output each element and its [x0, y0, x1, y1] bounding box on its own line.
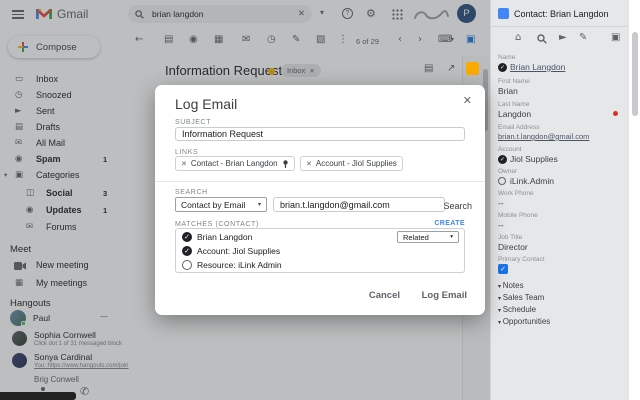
edit-pencil-icon[interactable]: ✎ — [579, 33, 587, 43]
field-value-name[interactable]: Brian Langdon — [510, 62, 565, 72]
crm-panel-title: Contact: Brian Langdon — [514, 9, 609, 19]
field-value-account[interactable]: Jiol Supplies — [510, 154, 558, 164]
selected-check-icon[interactable]: ✓ — [182, 246, 192, 256]
field-label-first-name: First Name — [498, 78, 530, 85]
remove-chip-icon[interactable]: ✕ — [306, 160, 312, 168]
field-label-owner: Owner — [498, 168, 517, 175]
field-label-work-phone: Work Phone — [498, 190, 534, 197]
link-chip-account[interactable]: ✕ Account - Jiol Supplies — [300, 156, 403, 171]
field-label-last-name: Last Name — [498, 101, 529, 108]
search-type-select[interactable]: Contact by Email ▾ — [175, 197, 267, 212]
alert-dot-icon — [613, 111, 618, 116]
taskbar-fragment — [0, 392, 76, 400]
subject-input[interactable] — [175, 127, 465, 141]
link-chip-contact[interactable]: ✕ Contact - Brian Langdon — [175, 156, 295, 171]
crm-sidebar: Contact: Brian Langdon ⌂ ► ✎ ▣ Name ✓ Br… — [490, 0, 628, 400]
log-email-dialog: Log Email ✕ SUBJECT LINKS ✕ Contact - Br… — [155, 85, 485, 315]
synced-check-icon: ✓ — [498, 63, 507, 72]
primary-contact-checkbox[interactable]: ✓ — [498, 264, 508, 274]
chevron-down-icon: ▾ — [450, 234, 453, 240]
field-value-job-title: Director — [498, 242, 528, 252]
log-email-button[interactable]: Log Email — [422, 290, 467, 301]
matches-list: ✓ Brian Langdon Related ▾ ✓ Account: Jio… — [175, 228, 465, 273]
field-value-mobile-phone: -- — [498, 220, 504, 230]
expand-panel-icon[interactable]: ▣ — [611, 33, 620, 43]
home-icon[interactable]: ⌂ — [515, 33, 521, 43]
subject-field-label: SUBJECT — [175, 119, 211, 126]
match-row-brian[interactable]: Brian Langdon — [197, 232, 252, 242]
screen: Gmail ✕ ▾ ? ⚙ P — [0, 0, 640, 400]
match-row-resource[interactable]: Resource: iLink Admin — [197, 260, 282, 270]
synced-check-icon: ✓ — [498, 155, 507, 164]
unsynced-radio-icon — [498, 177, 506, 185]
dialog-title: Log Email — [175, 96, 237, 112]
search-section-label: SEARCH — [175, 189, 208, 196]
section-opportunities[interactable]: ▾ Opportunities — [498, 317, 550, 326]
selected-check-icon[interactable]: ✓ — [182, 232, 192, 242]
section-notes[interactable]: ▾ Notes — [498, 281, 524, 290]
field-value-work-phone: -- — [498, 198, 504, 208]
crm-logo-icon — [498, 8, 509, 19]
send-play-icon[interactable]: ► — [559, 33, 567, 43]
pin-icon[interactable] — [282, 160, 289, 168]
field-value-email[interactable]: brian.t.langdon@gmail.com — [498, 132, 589, 141]
close-dialog-icon[interactable]: ✕ — [463, 94, 472, 107]
search-button[interactable]: Search — [443, 201, 472, 211]
field-value-last-name: Langdon — [498, 109, 531, 119]
search-icon[interactable] — [537, 34, 547, 44]
match-row-account[interactable]: Account: Jiol Supplies — [197, 246, 280, 256]
field-label-account: Account — [498, 146, 522, 153]
matches-section-label: MATCHES (CONTACT) — [175, 221, 259, 228]
cancel-button[interactable]: Cancel — [369, 290, 400, 301]
field-label-mobile-phone: Mobile Phone — [498, 212, 538, 219]
unselected-radio-icon[interactable] — [182, 260, 192, 270]
page-scrollbar-thumb[interactable] — [632, 32, 638, 116]
field-label-name: Name — [498, 54, 515, 61]
field-value-first-name: Brian — [498, 86, 518, 96]
field-label-email: Email Address — [498, 124, 540, 131]
crm-extension-icon[interactable] — [466, 62, 479, 75]
links-field-label: LINKS — [175, 149, 198, 156]
search-value-input[interactable] — [273, 197, 445, 212]
section-schedule[interactable]: ▾ Schedule — [498, 305, 536, 314]
page-scrollbar — [628, 0, 640, 400]
divider — [155, 181, 485, 182]
field-label-job-title: Job Title — [498, 234, 522, 241]
section-sales-team[interactable]: ▾ Sales Team — [498, 293, 544, 302]
field-value-owner[interactable]: iLink.Admin — [510, 176, 554, 186]
crm-sidebar-header: Contact: Brian Langdon — [491, 0, 629, 27]
relation-select[interactable]: Related ▾ — [397, 231, 459, 243]
remove-chip-icon[interactable]: ✕ — [181, 160, 187, 168]
field-label-primary-contact: Primary Contact — [498, 256, 545, 263]
create-link[interactable]: CREATE — [434, 220, 465, 227]
chevron-down-icon: ▾ — [258, 201, 261, 208]
